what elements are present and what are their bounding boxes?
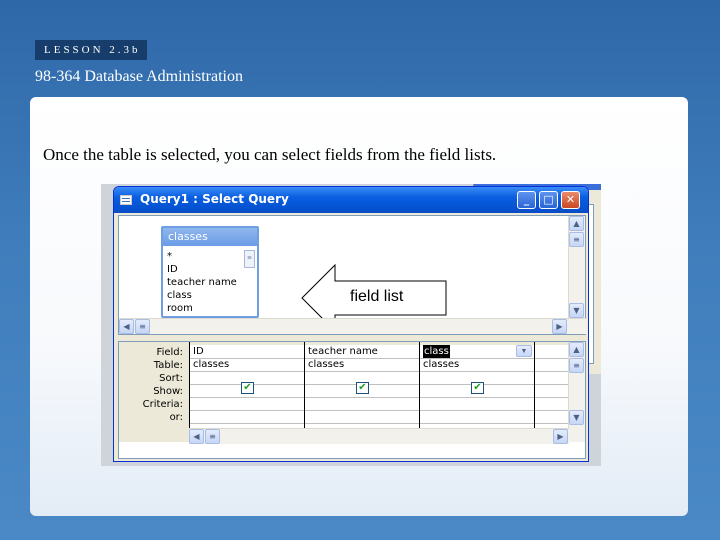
scroll-right-icon[interactable]: ▶	[553, 429, 568, 444]
scroll-left-icon[interactable]: ◀	[189, 429, 204, 444]
field-list-grip-icon[interactable]: ≡	[244, 250, 255, 268]
scroll-grip-icon[interactable]: ≡	[569, 358, 584, 373]
grid-column-class[interactable]: class ▼ classes ✔	[419, 342, 534, 442]
maximize-button[interactable]: □	[539, 191, 558, 209]
field-cell[interactable]: ID	[193, 345, 204, 358]
design-grid[interactable]: Field: Table: Sort: Show: Criteria: or: …	[118, 341, 586, 459]
table-cell[interactable]: classes	[193, 358, 229, 371]
screenshot: Query1 : Select Query _ □ ✕ classes * ID…	[101, 184, 601, 466]
field-list-item-all[interactable]: *	[167, 250, 237, 263]
callout-label: field list	[350, 288, 404, 305]
scroll-right-icon[interactable]: ▶	[552, 319, 567, 334]
close-button[interactable]: ✕	[561, 191, 580, 209]
show-checkbox[interactable]: ✔	[471, 382, 484, 394]
show-checkbox[interactable]: ✔	[241, 382, 254, 394]
scroll-up-icon[interactable]: ▲	[569, 342, 584, 357]
titlebar[interactable]: Query1 : Select Query _ □ ✕	[114, 187, 588, 213]
field-list-item-id[interactable]: ID	[167, 263, 237, 276]
slide: { "slide": { "lesson_tag": "LESSON 2.3b"…	[0, 0, 720, 540]
scroll-thumb-icon[interactable]: ≡	[205, 429, 220, 444]
field-dropdown-icon[interactable]: ▼	[516, 345, 532, 357]
course-title: 98-364 Database Administration	[35, 68, 243, 85]
scroll-down-icon[interactable]: ▼	[569, 410, 584, 425]
scroll-thumb-icon[interactable]: ≡	[135, 319, 150, 334]
row-label-field: Field:	[156, 347, 183, 358]
table-pane[interactable]: classes * ID teacher name class room ≡ f…	[118, 215, 587, 335]
scroll-left-icon[interactable]: ◀	[119, 319, 134, 334]
minimize-button[interactable]: _	[517, 191, 536, 209]
scroll-down-icon[interactable]: ▼	[569, 303, 584, 318]
row-labels: Field: Table: Sort: Show: Criteria: or:	[119, 342, 189, 442]
grid-column-teacher-name[interactable]: teacher name classes ✔	[304, 342, 419, 442]
caption: Once the table is selected, you can sele…	[43, 145, 497, 164]
query-window: Query1 : Select Query _ □ ✕ classes * ID…	[113, 186, 589, 462]
field-list-item-class[interactable]: class	[167, 289, 237, 302]
design-grid-hscroll[interactable]: ◀ ≡ ▶	[189, 428, 569, 444]
scroll-grip-icon[interactable]: ≡	[569, 232, 584, 247]
field-list-title[interactable]: classes	[163, 228, 257, 246]
field-cell-selected[interactable]: class	[423, 345, 450, 358]
row-label-sort: Sort:	[159, 373, 183, 384]
grid-column-id[interactable]: ID classes ✔	[189, 342, 304, 442]
table-cell[interactable]: classes	[423, 358, 459, 371]
row-label-show: Show:	[153, 386, 183, 397]
row-label-table: Table:	[153, 360, 183, 371]
table-pane-hscroll[interactable]: ◀ ≡ ▶	[119, 318, 587, 334]
field-cell[interactable]: teacher name	[308, 345, 378, 358]
row-label-criteria: Criteria:	[142, 399, 183, 410]
show-checkbox[interactable]: ✔	[356, 382, 369, 394]
field-list[interactable]: classes * ID teacher name class room ≡	[161, 226, 259, 318]
row-label-or: or:	[169, 412, 183, 423]
design-grid-vscroll[interactable]: ▲ ≡ ▼	[568, 342, 585, 442]
field-list-items: * ID teacher name class room	[167, 250, 237, 315]
query-icon	[120, 195, 132, 205]
table-cell[interactable]: classes	[308, 358, 344, 371]
grid-column-empty[interactable]	[534, 342, 569, 442]
field-list-item-room[interactable]: room	[167, 302, 237, 315]
field-list-item-teacher-name[interactable]: teacher name	[167, 276, 237, 289]
scroll-up-icon[interactable]: ▲	[569, 216, 584, 231]
table-pane-vscroll[interactable]: ▲ ≡ ▼	[568, 216, 585, 320]
lesson-tag: LESSON 2.3b	[35, 40, 147, 60]
window-title: Query1 : Select Query	[140, 192, 289, 206]
